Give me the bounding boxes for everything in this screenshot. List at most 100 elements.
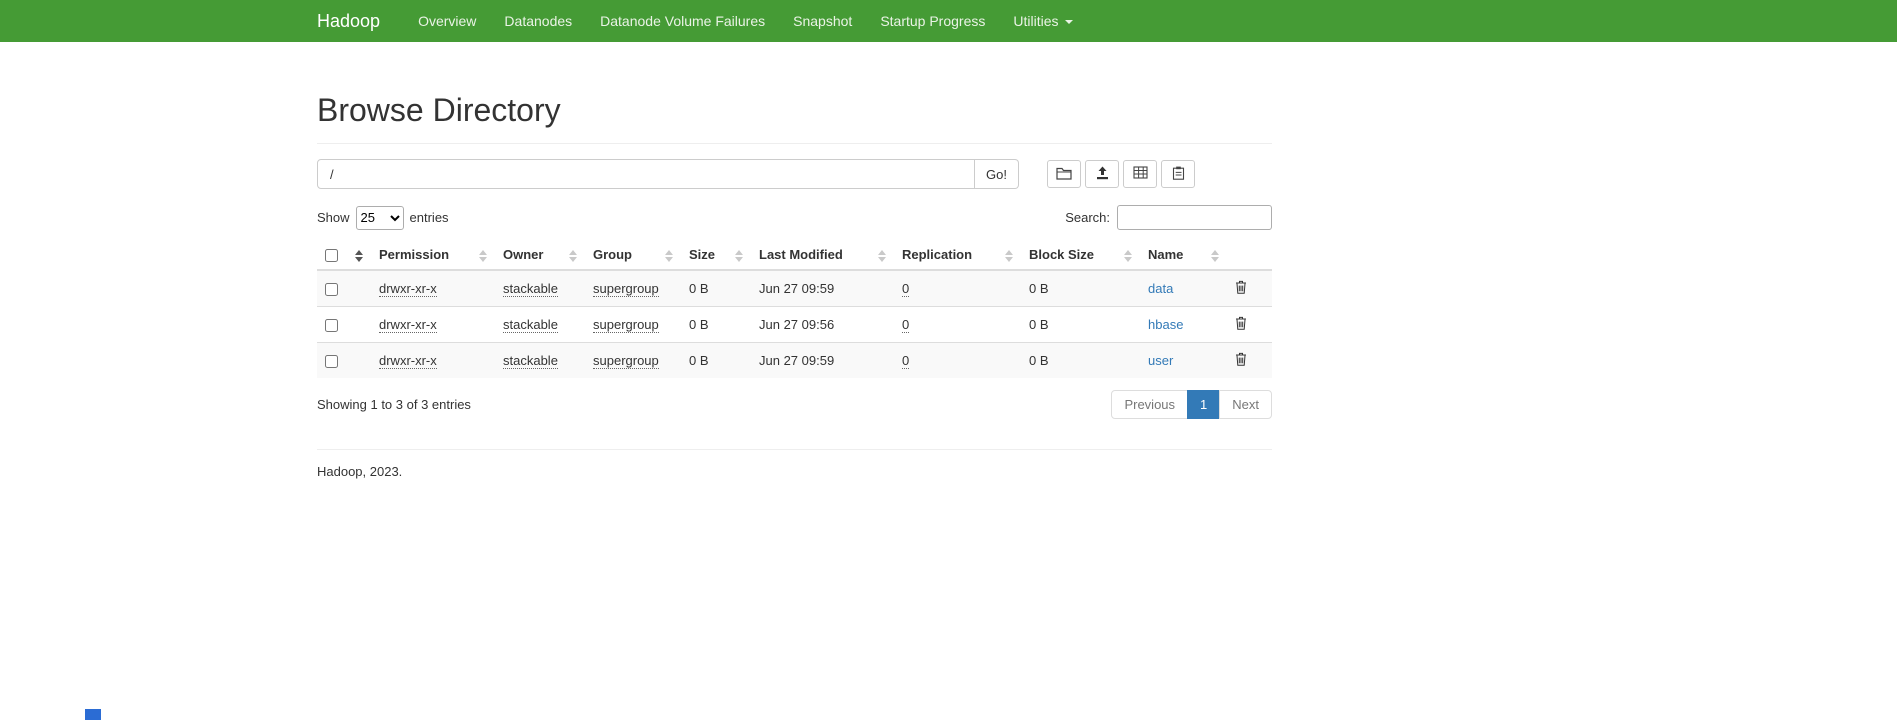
sort-icon: [1005, 250, 1013, 262]
header-block-size[interactable]: Block Size: [1021, 242, 1140, 270]
header-permission[interactable]: Permission: [371, 242, 495, 270]
delete-button[interactable]: [1235, 352, 1247, 369]
footer-divider: [317, 449, 1272, 450]
directory-table: Permission Owner Group Size Last Modifie…: [317, 242, 1272, 378]
table-controls: Show 25 entries Search:: [317, 205, 1272, 230]
trash-icon: [1235, 352, 1247, 369]
directory-path-input[interactable]: [317, 159, 975, 189]
directory-link[interactable]: data: [1148, 281, 1173, 296]
sort-icon: [569, 250, 577, 262]
clipboard-icon: [1172, 166, 1185, 183]
select-all-checkbox[interactable]: [325, 249, 338, 262]
last-modified-cell: Jun 27 09:59: [759, 281, 834, 296]
search-input[interactable]: [1117, 205, 1272, 230]
block-size-cell: 0 B: [1029, 281, 1049, 296]
folder-icon: [1056, 166, 1072, 183]
nav-item-utilities[interactable]: Utilities: [999, 0, 1086, 42]
sort-icon: [878, 250, 886, 262]
header-last-modified[interactable]: Last Modified: [751, 242, 894, 270]
chevron-down-icon: [1065, 20, 1073, 24]
directory-link[interactable]: hbase: [1148, 317, 1183, 332]
permission-cell[interactable]: drwxr-xr-x: [379, 353, 437, 369]
show-label: Show: [317, 210, 350, 225]
group-cell[interactable]: supergroup: [593, 281, 659, 297]
header-size[interactable]: Size: [681, 242, 751, 270]
nav-item-datanode-volume-failures[interactable]: Datanode Volume Failures: [586, 0, 779, 42]
sort-icon: [665, 250, 673, 262]
size-cell: 0 B: [689, 353, 709, 368]
search-control: Search:: [1065, 205, 1272, 230]
header-group[interactable]: Group: [585, 242, 681, 270]
row-checkbox[interactable]: [325, 355, 338, 368]
header-owner[interactable]: Owner: [495, 242, 585, 270]
navbar-menu: Overview Datanodes Datanode Volume Failu…: [404, 0, 1086, 42]
pagination-previous[interactable]: Previous: [1111, 390, 1188, 419]
nav-item-overview[interactable]: Overview: [404, 0, 490, 42]
entries-summary: Showing 1 to 3 of 3 entries: [317, 397, 471, 412]
utilities-label: Utilities: [1013, 13, 1058, 29]
path-input-group: Go!: [317, 159, 1019, 189]
sort-icon: [355, 250, 363, 262]
sort-icon: [735, 250, 743, 262]
sort-icon: [1211, 250, 1219, 262]
pagination-next[interactable]: Next: [1219, 390, 1272, 419]
nav-item-snapshot[interactable]: Snapshot: [779, 0, 866, 42]
table-row: drwxr-xr-x stackable supergroup 0 B Jun …: [317, 270, 1272, 307]
owner-cell[interactable]: stackable: [503, 317, 558, 333]
create-directory-button[interactable]: [1047, 160, 1081, 188]
table-row: drwxr-xr-x stackable supergroup 0 B Jun …: [317, 343, 1272, 379]
trash-icon: [1235, 316, 1247, 333]
paste-button[interactable]: [1161, 160, 1195, 188]
upload-files-button[interactable]: [1085, 160, 1119, 188]
grid-icon: [1133, 166, 1148, 182]
show-entries-control: Show 25 entries: [317, 206, 449, 230]
permission-cell[interactable]: drwxr-xr-x: [379, 281, 437, 297]
last-modified-cell: Jun 27 09:56: [759, 317, 834, 332]
page-size-select[interactable]: 25: [356, 206, 404, 230]
permission-cell[interactable]: drwxr-xr-x: [379, 317, 437, 333]
table-row: drwxr-xr-x stackable supergroup 0 B Jun …: [317, 307, 1272, 343]
delete-button[interactable]: [1235, 316, 1247, 333]
screen-artifact: [85, 709, 101, 720]
sort-icon: [479, 250, 487, 262]
group-cell[interactable]: supergroup: [593, 317, 659, 333]
sort-icon: [1124, 250, 1132, 262]
nav-item-datanodes[interactable]: Datanodes: [490, 0, 586, 42]
upload-icon: [1095, 166, 1110, 183]
nav-item-startup-progress[interactable]: Startup Progress: [866, 0, 999, 42]
table-footer: Showing 1 to 3 of 3 entries Previous 1 N…: [317, 390, 1272, 419]
pagination-page-1[interactable]: 1: [1187, 390, 1220, 419]
row-checkbox[interactable]: [325, 283, 338, 296]
delete-button[interactable]: [1235, 280, 1247, 297]
main-content: Browse Directory Go!: [317, 92, 1272, 479]
brand-link[interactable]: Hadoop: [317, 0, 380, 42]
owner-cell[interactable]: stackable: [503, 281, 558, 297]
replication-cell[interactable]: 0: [902, 317, 909, 333]
last-modified-cell: Jun 27 09:59: [759, 353, 834, 368]
block-size-cell: 0 B: [1029, 353, 1049, 368]
grid-view-button[interactable]: [1123, 160, 1157, 188]
header-replication[interactable]: Replication: [894, 242, 1021, 270]
footer-text: Hadoop, 2023.: [317, 464, 1272, 479]
navbar-inner: Hadoop Overview Datanodes Datanode Volum…: [0, 0, 1087, 42]
size-cell: 0 B: [689, 317, 709, 332]
navbar: Hadoop Overview Datanodes Datanode Volum…: [0, 0, 1897, 42]
row-checkbox[interactable]: [325, 319, 338, 332]
trash-icon: [1235, 280, 1247, 297]
header-divider: [317, 143, 1272, 144]
go-button[interactable]: Go!: [975, 159, 1019, 189]
size-cell: 0 B: [689, 281, 709, 296]
header-actions: [1227, 242, 1272, 270]
header-select-all[interactable]: [317, 242, 371, 270]
search-label: Search:: [1065, 210, 1110, 225]
explorer-toolbar: [1047, 160, 1195, 188]
block-size-cell: 0 B: [1029, 317, 1049, 332]
owner-cell[interactable]: stackable: [503, 353, 558, 369]
group-cell[interactable]: supergroup: [593, 353, 659, 369]
header-name[interactable]: Name: [1140, 242, 1227, 270]
entries-label: entries: [410, 210, 449, 225]
pagination: Previous 1 Next: [1112, 390, 1272, 419]
replication-cell[interactable]: 0: [902, 353, 909, 369]
directory-link[interactable]: user: [1148, 353, 1173, 368]
replication-cell[interactable]: 0: [902, 281, 909, 297]
